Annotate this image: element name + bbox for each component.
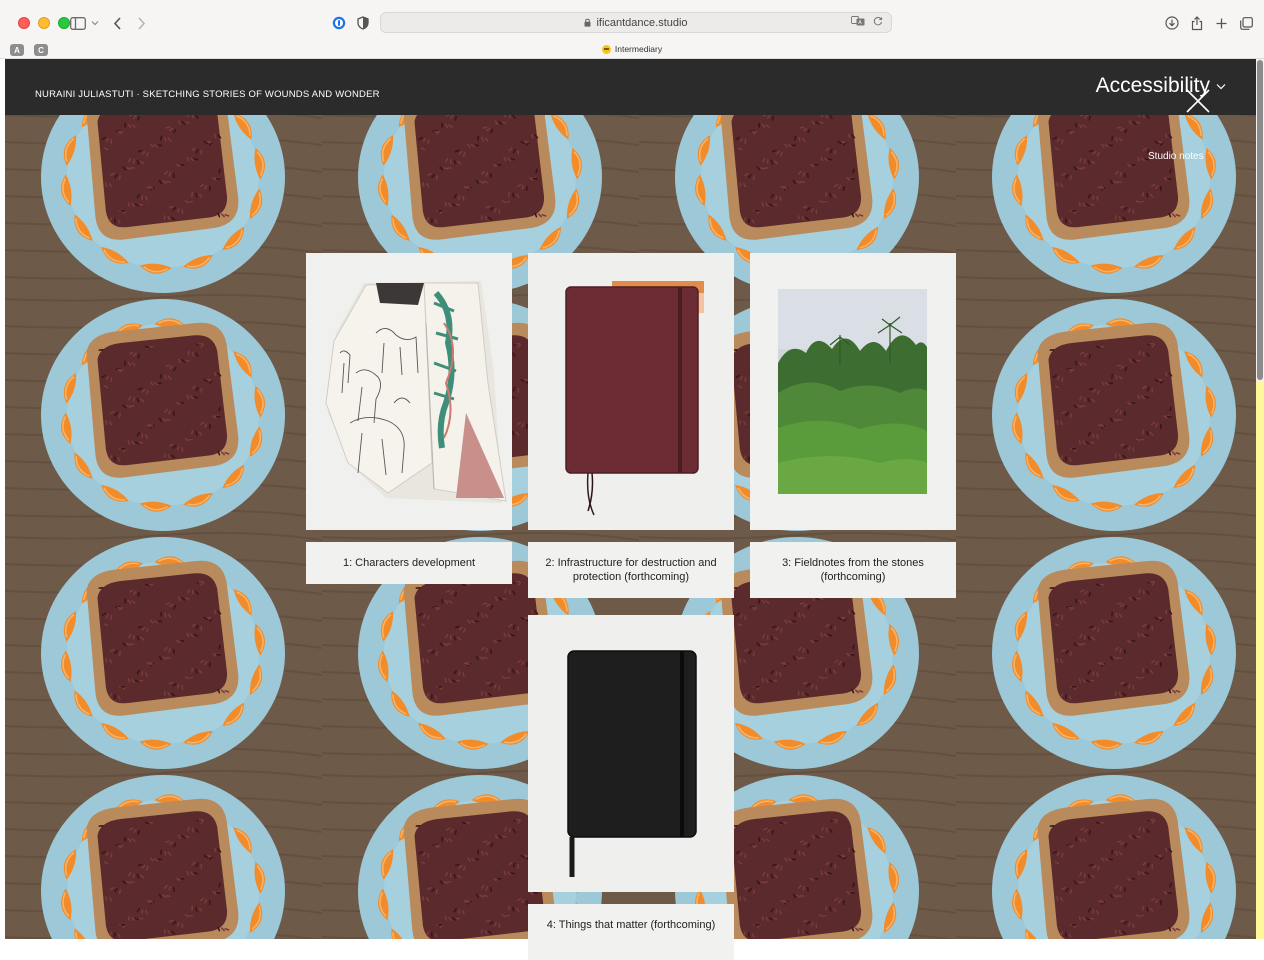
background-photo-tile bbox=[5, 531, 322, 769]
studio-notes-link[interactable]: Studio notes bbox=[1148, 151, 1204, 162]
sidebar-toggle-icon[interactable] bbox=[70, 13, 86, 33]
card-3-label[interactable]: 3: Fieldnotes from the stones (forthcomi… bbox=[750, 542, 956, 598]
page-title: Nuraini Juliastuti · Sketching Stories o… bbox=[35, 89, 380, 100]
reload-icon[interactable] bbox=[873, 16, 883, 26]
scroll-highlight-strip bbox=[1256, 382, 1264, 939]
background-photo-tile bbox=[5, 769, 322, 939]
url-text: ificantdance.studio bbox=[596, 16, 688, 29]
password-manager-icon[interactable] bbox=[332, 13, 346, 33]
background-photo-tile bbox=[956, 531, 1256, 769]
card-2-image[interactable] bbox=[528, 253, 734, 530]
window-controls bbox=[18, 17, 70, 29]
scrollbar-thumb[interactable] bbox=[1257, 60, 1263, 380]
download-icon[interactable] bbox=[1165, 13, 1179, 33]
back-arrow-icon[interactable] bbox=[113, 13, 122, 33]
card-1-label[interactable]: 1: Characters development bbox=[306, 542, 512, 584]
active-tab-title: Intermediary bbox=[614, 44, 663, 54]
address-bar[interactable]: ificantdance.studio A bbox=[380, 12, 892, 33]
close-window-button[interactable] bbox=[18, 17, 30, 29]
background-photo-tile bbox=[5, 115, 322, 293]
site-header: Accessibility bbox=[5, 59, 1256, 115]
card-1-image[interactable] bbox=[306, 253, 512, 530]
chevron-down-icon[interactable] bbox=[91, 13, 99, 33]
tab-overview-icon[interactable] bbox=[1240, 13, 1253, 33]
lock-icon bbox=[584, 18, 591, 27]
tab-strip: A C Intermediary bbox=[0, 41, 1264, 59]
shield-icon[interactable] bbox=[357, 13, 369, 33]
card-2-label[interactable]: 2: Infrastructure for destruction and pr… bbox=[528, 542, 734, 598]
background-photo-tile bbox=[5, 293, 322, 531]
close-icon[interactable] bbox=[1186, 89, 1210, 113]
card-3-image[interactable] bbox=[750, 253, 956, 530]
browser-toolbar: ificantdance.studio A A C Intermediary bbox=[0, 0, 1264, 59]
card-4-image[interactable] bbox=[528, 615, 734, 892]
svg-text:A: A bbox=[858, 20, 862, 26]
background-photo-tile bbox=[956, 293, 1256, 531]
background-photo-tile bbox=[956, 769, 1256, 939]
background-photo-tile bbox=[956, 115, 1256, 293]
new-tab-plus-icon[interactable] bbox=[1216, 13, 1227, 33]
chevron-down-icon bbox=[1216, 83, 1226, 89]
tab-favicon-icon bbox=[601, 44, 611, 54]
card-4-label[interactable]: 4: Things that matter (forthcoming) bbox=[528, 904, 734, 960]
translate-icon[interactable]: A bbox=[851, 16, 865, 26]
minimize-window-button[interactable] bbox=[38, 17, 50, 29]
forward-arrow-icon[interactable] bbox=[137, 13, 146, 33]
share-icon[interactable] bbox=[1191, 13, 1203, 33]
zoom-window-button[interactable] bbox=[58, 17, 70, 29]
active-tab[interactable]: Intermediary bbox=[0, 44, 1264, 54]
